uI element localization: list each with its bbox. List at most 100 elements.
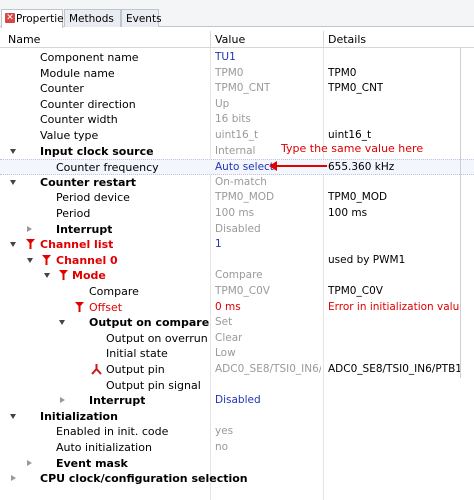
table-row-selected[interactable]: Counter frequency Auto select 655.360 kH… [0,159,474,175]
property-value[interactable]: Compare [215,269,263,281]
property-value[interactable]: Low [215,347,236,359]
property-name: Output on compare [89,316,210,330]
column-header-name[interactable]: Name [8,33,40,46]
property-details: 100 ms [328,207,368,219]
expand-arrow-icon[interactable] [27,459,32,466]
table-row[interactable]: Interrupt Disabled [0,222,474,238]
error-funnel-icon [42,254,51,265]
close-icon[interactable]: ✕ [5,13,15,23]
expand-arrow-icon[interactable] [10,413,16,419]
property-name: Counter [40,82,84,96]
property-name: Interrupt [56,222,113,236]
table-row[interactable]: Event mask [0,456,474,472]
error-funnel-icon [26,239,35,250]
property-value[interactable]: TU1 [215,51,236,63]
property-value[interactable]: 100 ms [215,207,254,219]
scrollbar[interactable] [460,48,461,378]
property-value[interactable]: no [215,441,228,453]
property-value[interactable]: TPM0_MOD [215,191,274,203]
table-row[interactable]: CPU clock/configuration selection [0,471,474,487]
table-row[interactable]: Counter width 16 bits [0,112,474,128]
expand-arrow-icon[interactable] [11,475,16,482]
table-row[interactable]: Period device TPM0_MOD TPM0_MOD [0,190,474,206]
property-name: Compare [89,285,139,298]
expand-arrow-icon[interactable] [27,257,33,263]
property-value[interactable]: 0 ms [215,301,241,313]
expand-arrow-icon[interactable] [27,225,32,232]
property-name: Enabled in init. code [56,425,169,439]
table-row[interactable]: Channel 0 used by PWM1 [0,253,474,269]
property-value[interactable]: Disabled [215,223,261,235]
table-row[interactable]: Auto initialization no [0,440,474,456]
property-value[interactable]: Disabled [215,394,261,406]
column-divider[interactable] [323,31,324,48]
property-value[interactable]: Auto select [215,161,274,173]
table-row[interactable]: Output pin ADC0_SE8/TSI0_IN6/P... ADC0_S… [0,362,474,378]
tab-properties[interactable]: ✕ Properties [1,9,69,28]
property-name: Output on overrun [106,331,208,345]
table-row[interactable]: Offset 0 ms Error in initialization valu… [0,300,474,316]
property-name: Channel list [40,238,114,252]
table-row[interactable]: Counter restart On-match [0,175,474,191]
table-row[interactable]: Enabled in init. code yes [0,424,474,440]
expand-arrow-icon[interactable] [10,148,16,154]
property-value[interactable]: yes [215,425,233,437]
expand-arrow-icon[interactable] [44,273,50,279]
property-name: Period device [56,191,130,205]
table-row[interactable]: Counter TPM0_CNT TPM0_CNT [0,81,474,97]
tab-methods[interactable]: Methods [64,9,121,27]
property-details: TPM0 [328,66,357,79]
column-divider[interactable] [210,31,211,48]
table-row[interactable]: Module name TPM0 TPM0 [0,66,474,82]
property-value[interactable]: TPM0_C0V [215,285,270,297]
expand-arrow-icon[interactable] [60,397,65,404]
error-funnel-icon [75,301,84,312]
property-name: Initialization [40,409,118,423]
tab-events-label: Events [126,13,162,25]
property-name: Counter width [40,113,118,127]
property-value[interactable]: Up [215,98,229,110]
table-row[interactable]: Output pin signal [0,378,474,394]
table-row[interactable]: Component name TU1 [0,50,474,66]
property-details: uint16_t [328,129,372,141]
expand-arrow-icon[interactable] [10,179,16,185]
property-name: Counter direction [40,97,136,111]
table-row[interactable]: Counter direction Up [0,97,474,113]
error-funnel-icon [59,270,68,281]
property-name: Counter restart [40,175,137,189]
property-details: TPM0_CNT [328,82,384,95]
property-value[interactable]: 1 [215,238,222,250]
property-details: TPM0_MOD [328,191,388,204]
property-value[interactable]: Internal [215,145,255,157]
table-row[interactable]: Period 100 ms 100 ms [0,206,474,222]
table-row[interactable]: Interrupt Disabled [0,393,474,409]
table-row[interactable]: Compare TPM0_C0V TPM0_C0V [0,284,474,300]
annotation-text: Type the same value here [281,142,424,155]
tab-methods-label: Methods [69,13,114,25]
property-value[interactable]: TPM0 [215,67,244,79]
property-value[interactable]: TPM0_CNT [215,82,270,94]
annotation-arrow-icon [269,161,327,171]
table-row[interactable]: Output on overrun Clear [0,331,474,347]
property-value[interactable]: Clear [215,332,242,344]
tab-bar: ✕ Properties Methods Events [0,0,474,28]
expand-arrow-icon[interactable] [59,320,65,326]
table-row[interactable]: Initial state Low [0,346,474,362]
property-value[interactable]: Set [215,316,232,328]
property-name: Offset [89,300,123,314]
tab-events[interactable]: Events [121,9,162,27]
column-header-value[interactable]: Value [215,33,245,46]
property-value[interactable]: ADC0_SE8/TSI0_IN6/P... [215,363,321,375]
property-value[interactable]: uint16_t [215,129,258,141]
property-details: TPM0_C0V [328,285,383,297]
property-value[interactable]: On-match [215,176,267,188]
table-row[interactable]: Initialization [0,409,474,425]
column-header-details[interactable]: Details [328,33,366,46]
table-row[interactable]: Mode Compare [0,268,474,284]
table-row[interactable]: Channel list 1 [0,237,474,253]
property-value[interactable]: 16 bits [215,113,251,125]
property-name: Input clock source [40,144,154,158]
table-row[interactable]: Output on compare Set [0,315,474,331]
expand-arrow-icon[interactable] [10,242,16,248]
property-name: Interrupt [89,394,146,408]
